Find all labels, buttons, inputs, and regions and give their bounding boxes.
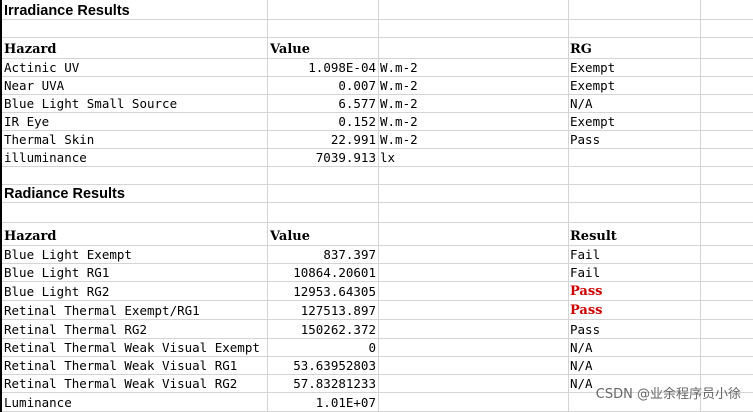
rg-cell xyxy=(570,149,700,166)
hazard-cell: Retinal Thermal RG2 xyxy=(4,322,147,337)
radiance-row: Retinal Thermal RG2 150262.372 Pass xyxy=(2,321,753,339)
result-cell: Pass xyxy=(570,284,603,299)
irradiance-row: Actinic UV 1.098E-04 W.m-2 Exempt xyxy=(2,59,753,77)
radiance-title-row: Radiance Results xyxy=(2,185,753,203)
result-cell: N/A xyxy=(570,340,593,355)
irradiance-row: Blue Light Small Source 6.577 W.m-2 N/A xyxy=(2,95,753,113)
hazard-header: Hazard xyxy=(4,42,57,57)
result-header: Result xyxy=(570,229,617,244)
unit-cell: W.m-2 xyxy=(380,114,418,129)
radiance-row: Blue Light RG1 10864.20601 Fail xyxy=(2,264,753,282)
hazard-cell: Actinic UV xyxy=(4,60,80,75)
rg-cell: Exempt xyxy=(570,78,616,93)
rg-cell: Pass xyxy=(570,132,601,147)
hazard-cell: Retinal Thermal Weak Visual RG1 xyxy=(4,358,238,373)
hazard-header: Hazard xyxy=(4,229,57,244)
hazard-cell: Blue Light Small Source xyxy=(4,96,178,111)
radiance-row: Blue Light RG2 12953.64305 Pass xyxy=(2,283,753,301)
hazard-cell: Retinal Thermal Exempt/RG1 xyxy=(4,303,200,318)
value-cell: 12953.64305 xyxy=(293,284,376,299)
value-cell: 0 xyxy=(368,340,376,355)
irradiance-row: illuminance 7039.913 lx xyxy=(2,149,753,167)
unit-cell: W.m-2 xyxy=(380,78,418,93)
watermark: CSDN @业余程序员小徐 xyxy=(595,387,741,402)
result-cell: Pass xyxy=(570,322,601,337)
hazard-cell: Retinal Thermal Weak Visual RG2 xyxy=(4,376,238,391)
irradiance-row: Near UVA 0.007 W.m-2 Exempt xyxy=(2,77,753,95)
unit-cell: W.m-2 xyxy=(380,132,418,147)
radiance-row: Retinal Thermal Exempt/RG1 127513.897 Pass xyxy=(2,302,753,320)
value-cell: 7039.913 xyxy=(315,150,376,165)
hazard-cell: Blue Light RG1 xyxy=(4,265,110,280)
value-cell: 10864.20601 xyxy=(293,265,376,280)
radiance-row: Retinal Thermal Weak Visual Exempt 0 N/A xyxy=(2,339,753,357)
unit-cell: W.m-2 xyxy=(380,60,418,75)
value-header: Value xyxy=(270,42,310,57)
hazard-cell: IR Eye xyxy=(4,114,50,129)
value-cell: 837.397 xyxy=(323,247,376,262)
radiance-row: Blue Light Exempt 837.397 Fail xyxy=(2,246,753,264)
radiance-header-row: Hazard Value Result xyxy=(2,228,753,246)
radiance-title: Radiance Results xyxy=(4,186,125,202)
result-cell: N/A xyxy=(570,358,593,373)
hazard-cell: Blue Light RG2 xyxy=(4,284,110,299)
irradiance-row: Thermal Skin 22.991 W.m-2 Pass xyxy=(2,131,753,149)
irradiance-title-row: Irradiance Results xyxy=(2,2,753,20)
result-cell: Fail xyxy=(570,247,601,262)
result-cell: Pass xyxy=(570,303,603,318)
rg-cell: N/A xyxy=(570,96,593,111)
unit-cell: lx xyxy=(380,150,396,165)
value-cell: 0.152 xyxy=(338,114,376,129)
value-cell: 1.098E-04 xyxy=(308,60,376,75)
value-cell: 150262.372 xyxy=(300,322,376,337)
blank-row xyxy=(2,205,753,223)
hazard-cell: illuminance xyxy=(4,150,87,165)
irradiance-row: IR Eye 0.152 W.m-2 Exempt xyxy=(2,113,753,131)
hazard-cell: Luminance xyxy=(4,395,72,410)
radiance-row: Retinal Thermal Weak Visual RG1 53.639528… xyxy=(2,357,753,375)
value-cell: 127513.897 xyxy=(300,303,376,318)
value-header: Value xyxy=(270,229,310,244)
hazard-cell: Retinal Thermal Weak Visual Exempt xyxy=(4,340,260,355)
value-cell: 6.577 xyxy=(338,96,376,111)
blank-row xyxy=(2,20,753,38)
value-cell: 53.63952803 xyxy=(293,358,376,373)
hazard-cell: Blue Light Exempt xyxy=(4,247,132,262)
hazard-cell: Near UVA xyxy=(4,78,65,93)
irradiance-header-row: Hazard Value RG xyxy=(2,41,753,59)
value-cell: 57.83281233 xyxy=(293,376,376,391)
unit-cell: W.m-2 xyxy=(380,96,418,111)
rg-cell: Exempt xyxy=(570,114,616,129)
value-cell: 1.01E+07 xyxy=(315,395,376,410)
result-cell: Fail xyxy=(570,265,601,280)
spreadsheet: Irradiance Results Hazard Value RG Actin… xyxy=(0,0,753,412)
value-cell: 22.991 xyxy=(330,132,376,147)
value-cell: 0.007 xyxy=(338,78,376,93)
blank-row xyxy=(2,167,753,185)
hazard-cell: Thermal Skin xyxy=(4,132,95,147)
rg-header: RG xyxy=(570,42,592,57)
irradiance-title: Irradiance Results xyxy=(4,3,130,19)
rg-cell: Exempt xyxy=(570,60,616,75)
